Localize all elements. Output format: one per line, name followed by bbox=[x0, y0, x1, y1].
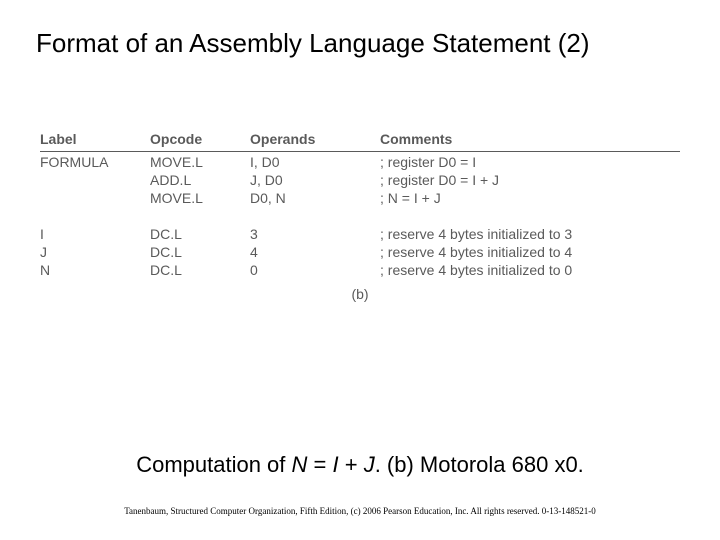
header-comments: Comments bbox=[380, 131, 680, 147]
cell-label bbox=[40, 190, 150, 206]
table-row: J DC.L 4 ; reserve 4 bytes initialized t… bbox=[40, 242, 680, 260]
cell-operands: 4 bbox=[250, 244, 380, 260]
table-row: N DC.L 0 ; reserve 4 bytes initialized t… bbox=[40, 260, 680, 278]
table-row: I DC.L 3 ; reserve 4 bytes initialized t… bbox=[40, 224, 680, 242]
cell-comments: ; N = I + J bbox=[380, 190, 680, 206]
cell-comments: ; register D0 = I bbox=[380, 154, 680, 170]
cell-comments: ; register D0 = I + J bbox=[380, 172, 680, 188]
cell-opcode: ADD.L bbox=[150, 172, 250, 188]
cell-label: N bbox=[40, 262, 150, 278]
slide-title: Format of an Assembly Language Statement… bbox=[36, 28, 690, 59]
subtitle-post1: . bbox=[375, 452, 387, 477]
cell-label: FORMULA bbox=[40, 154, 150, 170]
cell-label: J bbox=[40, 244, 150, 260]
header-label: Label bbox=[40, 131, 150, 147]
slide-subtitle: Computation of N = I + J. (b) Motorola 6… bbox=[0, 452, 720, 478]
slide-footer: Tanenbaum, Structured Computer Organizat… bbox=[0, 506, 720, 516]
table-gap bbox=[40, 206, 680, 224]
subtitle-var-n: N bbox=[292, 452, 308, 477]
cell-opcode: MOVE.L bbox=[150, 190, 250, 206]
figure-caption-b: (b) bbox=[40, 286, 680, 302]
cell-opcode: DC.L bbox=[150, 226, 250, 242]
table-header-row: Label Opcode Operands Comments bbox=[40, 131, 680, 152]
slide: Format of an Assembly Language Statement… bbox=[0, 0, 720, 540]
cell-comments: ; reserve 4 bytes initialized to 3 bbox=[380, 226, 680, 242]
table-row: ADD.L J, D0 ; register D0 = I + J bbox=[40, 170, 680, 188]
cell-label: I bbox=[40, 226, 150, 242]
subtitle-eq2: + bbox=[339, 452, 364, 477]
cell-operands: D0, N bbox=[250, 190, 380, 206]
cell-opcode: DC.L bbox=[150, 262, 250, 278]
cell-operands: I, D0 bbox=[250, 154, 380, 170]
cell-opcode: MOVE.L bbox=[150, 154, 250, 170]
cell-operands: J, D0 bbox=[250, 172, 380, 188]
cell-operands: 0 bbox=[250, 262, 380, 278]
subtitle-pre: Computation of bbox=[136, 452, 291, 477]
cell-label bbox=[40, 172, 150, 188]
table-row: MOVE.L D0, N ; N = I + J bbox=[40, 188, 680, 206]
subtitle-eq1: = bbox=[307, 452, 332, 477]
header-operands: Operands bbox=[250, 131, 380, 147]
cell-comments: ; reserve 4 bytes initialized to 0 bbox=[380, 262, 680, 278]
assembly-table: Label Opcode Operands Comments FORMULA M… bbox=[40, 131, 680, 302]
subtitle-var-j: J bbox=[364, 452, 375, 477]
cell-operands: 3 bbox=[250, 226, 380, 242]
subtitle-post2: (b) Motorola 680 x0. bbox=[387, 452, 584, 477]
table-row: FORMULA MOVE.L I, D0 ; register D0 = I bbox=[40, 152, 680, 170]
cell-opcode: DC.L bbox=[150, 244, 250, 260]
cell-comments: ; reserve 4 bytes initialized to 4 bbox=[380, 244, 680, 260]
header-opcode: Opcode bbox=[150, 131, 250, 147]
